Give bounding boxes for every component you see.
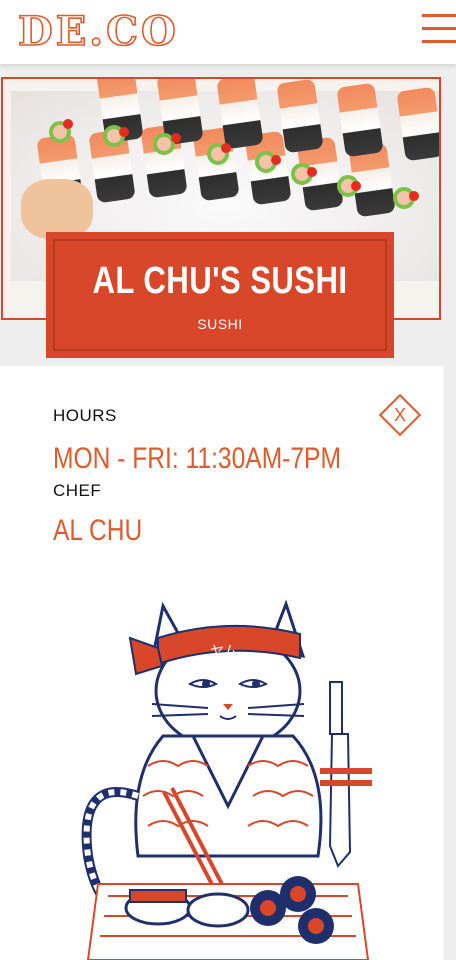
hours-value: MON - FRI: 11:30AM-7PM	[53, 442, 341, 475]
headband-text: ヤム	[210, 644, 238, 660]
hours-label: HOURS	[53, 406, 117, 425]
restaurant-category: SUSHI	[197, 316, 243, 332]
site-header: DE.CO	[0, 0, 456, 64]
hamburger-menu-icon[interactable]	[422, 14, 456, 46]
close-symbol: X	[393, 405, 406, 425]
chef-label: CHEF	[53, 481, 102, 500]
site-logo[interactable]: DE.CO	[17, 7, 179, 56]
restaurant-title-card: AL CHU'S SUSHI SUSHI	[46, 232, 394, 358]
restaurant-name: AL CHU'S SUSHI	[92, 260, 348, 302]
sushi-chef-cat-illustration: ヤム	[81, 599, 372, 960]
chef-value: AL CHU	[53, 514, 143, 547]
